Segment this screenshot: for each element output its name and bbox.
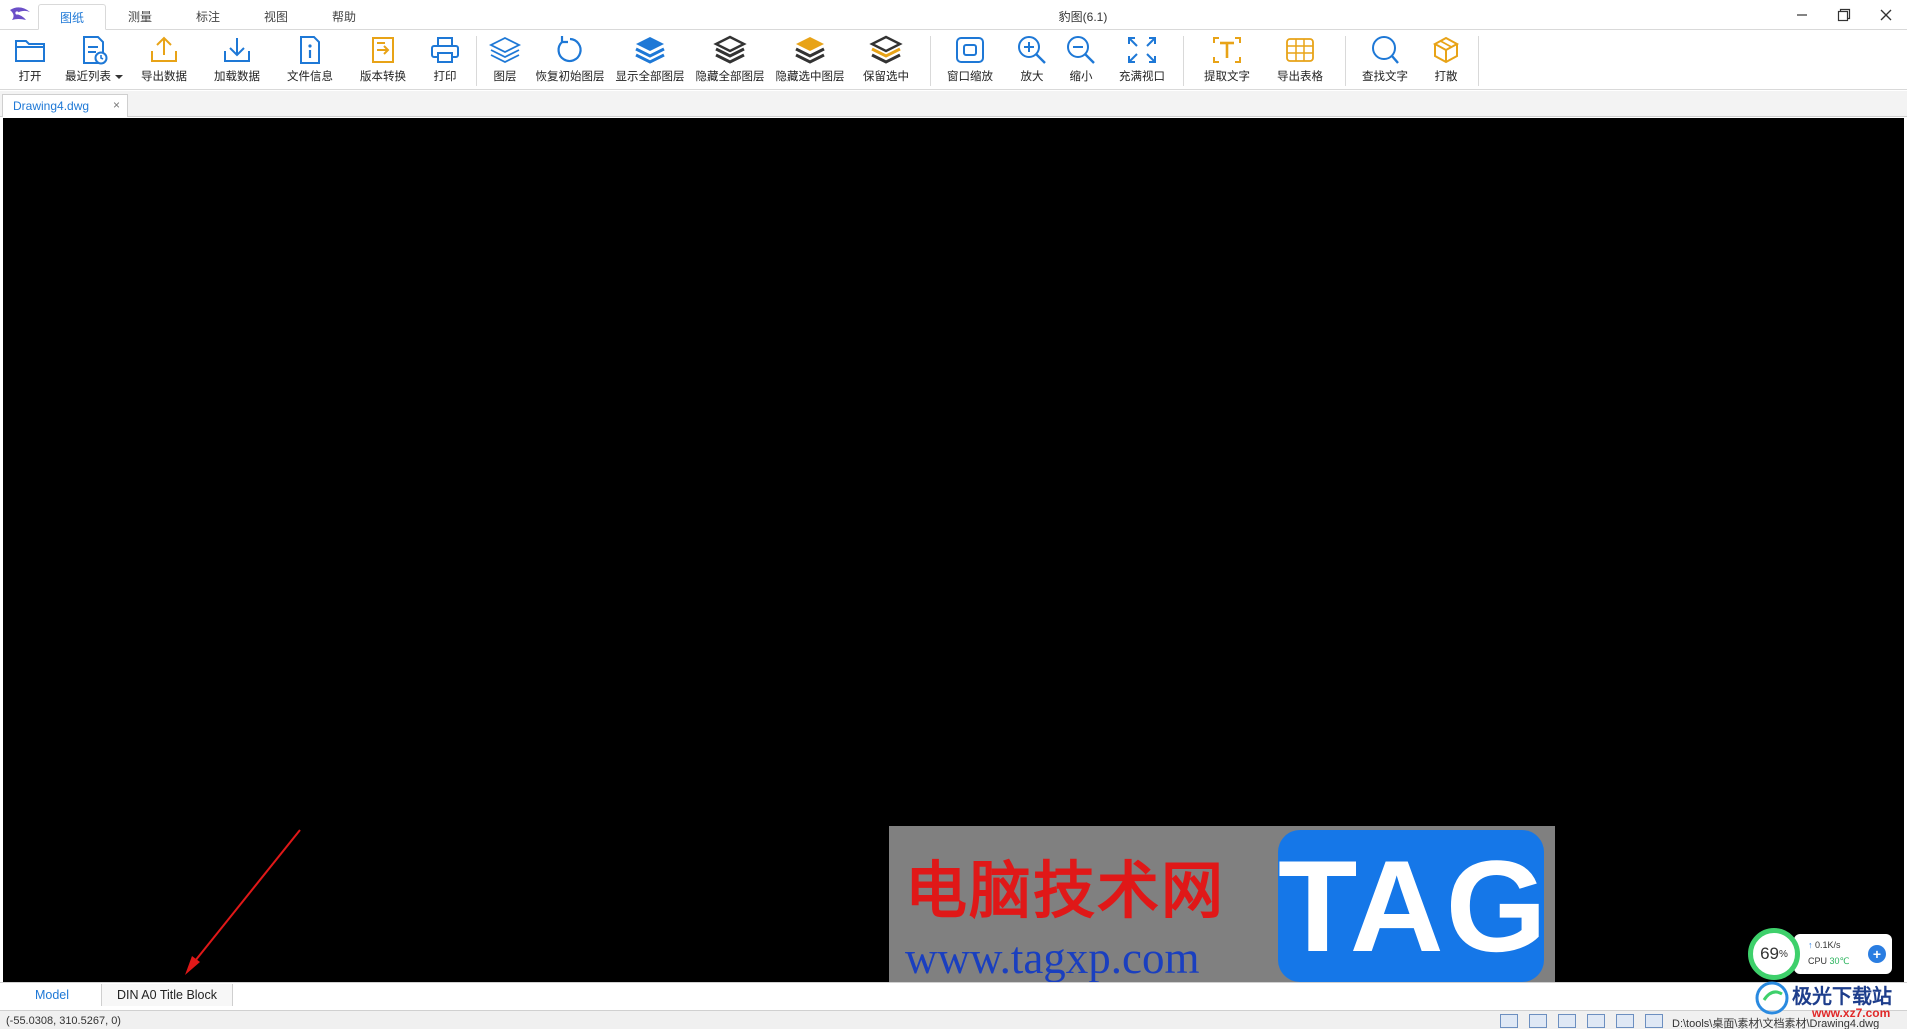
plus-icon[interactable]: + <box>1868 945 1886 963</box>
cpu-label: CPU <box>1808 956 1828 966</box>
layout-tab-din-a0[interactable]: DIN A0 Title Block <box>101 984 233 1006</box>
keep-selected-button[interactable]: 保留选中 <box>856 32 916 88</box>
table-icon <box>1281 32 1319 68</box>
title-bar: 图纸 测量 标注 视图 帮助 豹图(6.1) <box>0 0 1907 30</box>
window-zoom-icon <box>951 32 989 68</box>
minimize-icon <box>1797 14 1807 16</box>
lineweight-toggle-icon[interactable] <box>1645 1014 1663 1028</box>
layout-tab-bar: Model DIN A0 Title Block <box>0 982 1907 1006</box>
document-tab[interactable]: Drawing4.dwg × <box>2 94 128 117</box>
net-speed: 0.1K/s <box>1815 940 1841 950</box>
minimize-button[interactable] <box>1781 0 1823 30</box>
search-icon <box>1366 32 1404 68</box>
toolbar: 打开 最近列表 导出数据 加载数据 文件信息 版本转换 打印 图层 恢复初始图层… <box>0 30 1907 90</box>
cpu-temp: 30℃ <box>1829 956 1850 966</box>
zoom-out-button[interactable]: 缩小 <box>1061 32 1101 88</box>
close-tab-icon[interactable]: × <box>113 98 120 112</box>
download-site-watermark: 极光下载站 www.xz7.com <box>1752 976 1907 1029</box>
tab-view[interactable]: 视图 <box>242 4 310 30</box>
version-convert-button[interactable]: 版本转换 <box>355 32 411 88</box>
status-toggles <box>1500 1014 1674 1028</box>
zoom-in-icon <box>1013 32 1051 68</box>
toolbar-separator <box>930 36 931 86</box>
zoom-in-button[interactable]: 放大 <box>1012 32 1052 88</box>
file-info-icon <box>291 32 329 68</box>
system-monitor-widget[interactable]: ↑ 0.1K/s CPU 30℃ + 69% <box>1748 928 1896 980</box>
site-logo-icon <box>1755 981 1789 1015</box>
undo-circle-icon <box>551 32 589 68</box>
status-bar: (-55.0308, 310.5267, 0) D:\tools\桌面\素材\文… <box>0 1010 1907 1029</box>
window-zoom-button[interactable]: 窗口缩放 <box>942 32 998 88</box>
printer-icon <box>426 32 464 68</box>
fullscreen-icon <box>1123 32 1161 68</box>
watermark-url: www.tagxp.com <box>905 933 1200 983</box>
show-all-layers-button[interactable]: 显示全部图层 <box>612 32 688 88</box>
folder-icon <box>11 32 49 68</box>
layers-highlight-icon <box>791 32 829 68</box>
layers-button[interactable]: 图层 <box>485 32 525 88</box>
cursor-coordinates: (-55.0308, 310.5267, 0) <box>6 1015 121 1027</box>
layers-icon <box>486 32 524 68</box>
fit-view-button[interactable]: 充满视口 <box>1112 32 1172 88</box>
watermark-tag-logo: TAG <box>1278 830 1547 982</box>
app-logo-icon <box>8 6 32 24</box>
text-toggle-icon[interactable] <box>1616 1014 1634 1028</box>
open-button[interactable]: 打开 <box>8 32 52 88</box>
file-info-button[interactable]: 文件信息 <box>282 32 338 88</box>
toolbar-separator <box>1478 36 1479 86</box>
ortho-toggle-icon[interactable] <box>1558 1014 1576 1028</box>
restore-layers-button[interactable]: 恢复初始图层 <box>532 32 608 88</box>
find-text-button[interactable]: 查找文字 <box>1355 32 1415 88</box>
download-icon <box>218 32 256 68</box>
document-tab-bar: Drawing4.dwg × <box>0 91 1907 117</box>
memory-percent: 69 <box>1760 944 1779 963</box>
site-watermark-banner: 电脑技术网 www.tagxp.com TAG <box>889 826 1555 983</box>
explode-button[interactable]: 打散 <box>1426 32 1466 88</box>
hide-selected-layers-button[interactable]: 隐藏选中图层 <box>772 32 848 88</box>
zoom-out-icon <box>1062 32 1100 68</box>
layers-keep-icon <box>867 32 905 68</box>
close-icon <box>1880 9 1892 21</box>
restore-button[interactable] <box>1823 0 1865 30</box>
system-monitor-panel: ↑ 0.1K/s CPU 30℃ + <box>1794 934 1892 974</box>
toolbar-separator <box>1183 36 1184 86</box>
tab-drawing[interactable]: 图纸 <box>38 4 106 30</box>
upload-arrow-icon: ↑ <box>1808 940 1813 950</box>
layers-filled-icon <box>631 32 669 68</box>
recent-files-icon <box>75 32 113 68</box>
export-table-button[interactable]: 导出表格 <box>1270 32 1330 88</box>
ribbon-tabs: 图纸 测量 标注 视图 帮助 <box>38 4 378 30</box>
toolbar-separator <box>1345 36 1346 86</box>
watermark-cn-text: 电脑技术网 <box>905 854 1226 927</box>
recent-list-button[interactable]: 最近列表 <box>60 32 128 88</box>
tab-help[interactable]: 帮助 <box>310 4 378 30</box>
tab-measure[interactable]: 测量 <box>106 4 174 30</box>
chevron-down-icon <box>115 74 123 79</box>
site-name: 极光下载站 <box>1792 984 1892 1008</box>
text-extract-icon <box>1208 32 1246 68</box>
explode-cube-icon <box>1427 32 1465 68</box>
extract-text-button[interactable]: 提取文字 <box>1197 32 1257 88</box>
document-tab-label: Drawing4.dwg <box>13 99 90 113</box>
upload-icon <box>145 32 183 68</box>
grid-toggle-icon[interactable] <box>1500 1014 1518 1028</box>
osnap-toggle-icon[interactable] <box>1587 1014 1605 1028</box>
restore-icon <box>1837 8 1851 22</box>
hide-all-layers-button[interactable]: 隐藏全部图层 <box>692 32 768 88</box>
tab-annotate[interactable]: 标注 <box>174 4 242 30</box>
layout-tab-model[interactable]: Model <box>3 984 101 1006</box>
print-button[interactable]: 打印 <box>425 32 465 88</box>
load-data-button[interactable]: 加载数据 <box>209 32 265 88</box>
window-controls <box>1781 0 1907 30</box>
layers-dark-icon <box>711 32 749 68</box>
close-window-button[interactable] <box>1865 0 1907 30</box>
memory-usage-ring: 69% <box>1748 928 1800 980</box>
toolbar-separator <box>476 36 477 86</box>
site-url: www.xz7.com <box>1812 1006 1891 1020</box>
export-data-button[interactable]: 导出数据 <box>136 32 192 88</box>
convert-icon <box>364 32 402 68</box>
snap-toggle-icon[interactable] <box>1529 1014 1547 1028</box>
